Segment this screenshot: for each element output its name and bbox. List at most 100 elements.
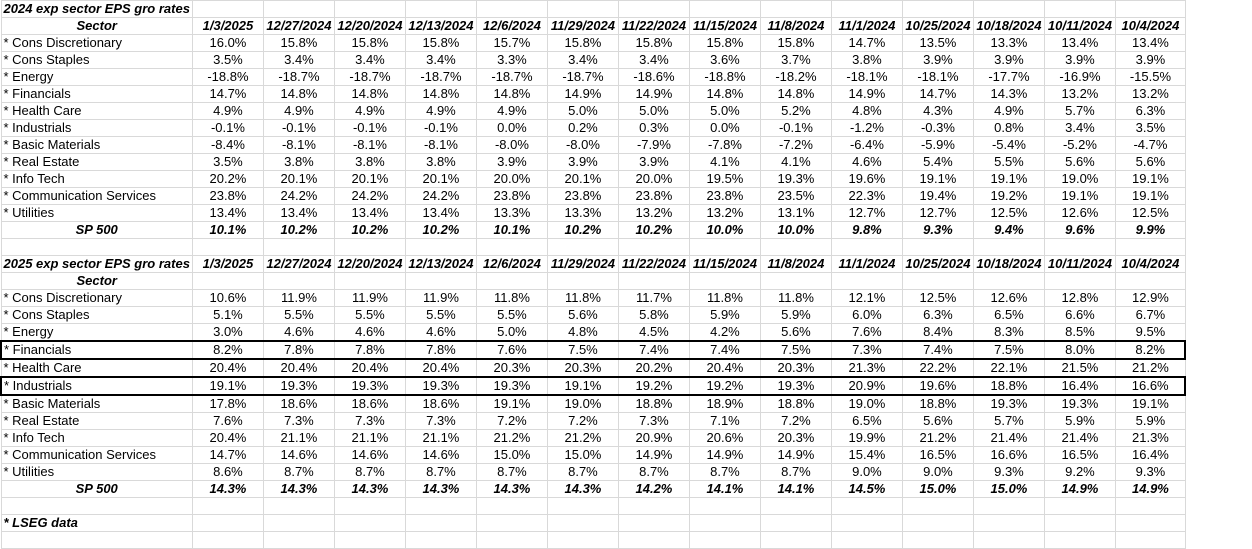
- growth-value[interactable]: 6.3%: [901, 306, 974, 324]
- sp500-value[interactable]: 10.1%: [191, 221, 264, 239]
- empty-cell[interactable]: [901, 514, 974, 532]
- growth-value[interactable]: -8.0%: [475, 136, 548, 154]
- growth-value[interactable]: 14.9%: [688, 446, 761, 464]
- growth-value[interactable]: 18.6%: [262, 394, 335, 413]
- growth-value[interactable]: 11.8%: [688, 289, 761, 307]
- date-header[interactable]: 12/13/2024: [404, 17, 477, 35]
- growth-value[interactable]: 7.3%: [617, 412, 690, 430]
- growth-value[interactable]: 3.9%: [901, 51, 974, 69]
- growth-value[interactable]: 5.9%: [1114, 412, 1186, 430]
- empty-cell[interactable]: [546, 238, 619, 256]
- growth-value[interactable]: 7.8%: [333, 340, 406, 360]
- growth-value[interactable]: 14.8%: [404, 85, 477, 103]
- growth-value[interactable]: 15.8%: [546, 34, 619, 52]
- growth-value[interactable]: 4.6%: [404, 323, 477, 342]
- growth-value[interactable]: 8.2%: [1114, 340, 1187, 360]
- growth-value[interactable]: 8.6%: [191, 463, 264, 481]
- growth-value[interactable]: -0.1%: [759, 119, 832, 137]
- growth-value[interactable]: -7.9%: [617, 136, 690, 154]
- empty-cell[interactable]: [759, 238, 832, 256]
- date-header[interactable]: 11/8/2024: [759, 17, 832, 35]
- empty-cell[interactable]: [901, 0, 974, 18]
- sp500-value[interactable]: 9.8%: [830, 221, 903, 239]
- empty-cell[interactable]: [333, 497, 406, 515]
- growth-value[interactable]: 14.7%: [191, 85, 264, 103]
- sp500-value[interactable]: 9.9%: [1114, 221, 1186, 239]
- sector-label[interactable]: * Utilities: [0, 463, 193, 481]
- empty-cell[interactable]: [972, 531, 1045, 549]
- growth-value[interactable]: 0.8%: [972, 119, 1045, 137]
- empty-cell[interactable]: [262, 531, 335, 549]
- growth-value[interactable]: 13.4%: [191, 204, 264, 222]
- growth-value[interactable]: 19.6%: [901, 376, 974, 396]
- growth-value[interactable]: -17.7%: [972, 68, 1045, 86]
- growth-value[interactable]: 4.8%: [830, 102, 903, 120]
- growth-value[interactable]: 4.9%: [191, 102, 264, 120]
- growth-value[interactable]: 11.9%: [262, 289, 335, 307]
- growth-value[interactable]: 3.9%: [1043, 51, 1116, 69]
- growth-value[interactable]: 13.3%: [546, 204, 619, 222]
- growth-value[interactable]: 19.1%: [1114, 394, 1186, 413]
- empty-cell[interactable]: [617, 238, 690, 256]
- empty-cell[interactable]: [546, 497, 619, 515]
- growth-value[interactable]: 3.8%: [830, 51, 903, 69]
- growth-value[interactable]: 5.9%: [759, 306, 832, 324]
- growth-value[interactable]: 16.6%: [1114, 376, 1187, 396]
- empty-cell[interactable]: [1043, 514, 1116, 532]
- growth-value[interactable]: 16.5%: [1043, 446, 1116, 464]
- empty-cell[interactable]: [901, 497, 974, 515]
- sector-label[interactable]: * Basic Materials: [0, 394, 193, 413]
- sector-label[interactable]: * Cons Staples: [0, 51, 193, 69]
- growth-value[interactable]: -8.1%: [262, 136, 335, 154]
- empty-cell[interactable]: [972, 497, 1045, 515]
- date-header[interactable]: 11/22/2024: [617, 17, 690, 35]
- growth-value[interactable]: 13.4%: [262, 204, 335, 222]
- growth-value[interactable]: 19.1%: [901, 170, 974, 188]
- growth-value[interactable]: 7.8%: [262, 340, 335, 360]
- growth-value[interactable]: -16.9%: [1043, 68, 1116, 86]
- sp500-value[interactable]: 14.3%: [475, 480, 548, 498]
- empty-cell[interactable]: [404, 238, 477, 256]
- growth-value[interactable]: 17.8%: [191, 394, 264, 413]
- growth-value[interactable]: 19.3%: [759, 170, 832, 188]
- date-header[interactable]: 1/3/2025: [191, 255, 264, 273]
- empty-cell[interactable]: [617, 531, 690, 549]
- growth-value[interactable]: 14.9%: [759, 446, 832, 464]
- empty-cell[interactable]: [404, 0, 477, 18]
- growth-value[interactable]: 23.8%: [688, 187, 761, 205]
- empty-cell[interactable]: [617, 514, 690, 532]
- growth-value[interactable]: 3.7%: [759, 51, 832, 69]
- growth-value[interactable]: 20.4%: [333, 358, 406, 378]
- growth-value[interactable]: 9.3%: [972, 463, 1045, 481]
- growth-value[interactable]: 19.3%: [1043, 394, 1116, 413]
- growth-value[interactable]: 5.7%: [1043, 102, 1116, 120]
- growth-value[interactable]: 11.8%: [759, 289, 832, 307]
- sector-label[interactable]: * Info Tech: [0, 170, 193, 188]
- sector-header[interactable]: Sector: [0, 272, 193, 290]
- growth-value[interactable]: 12.7%: [830, 204, 903, 222]
- sector-header[interactable]: Sector: [0, 17, 193, 35]
- empty-cell[interactable]: [1114, 0, 1186, 18]
- growth-value[interactable]: 3.5%: [191, 153, 264, 171]
- growth-value[interactable]: 19.3%: [333, 376, 406, 396]
- growth-value[interactable]: 7.5%: [759, 340, 832, 360]
- growth-value[interactable]: -8.4%: [191, 136, 264, 154]
- growth-value[interactable]: 18.8%: [972, 376, 1045, 396]
- growth-value[interactable]: 12.8%: [1043, 289, 1116, 307]
- growth-value[interactable]: 5.5%: [404, 306, 477, 324]
- growth-value[interactable]: 7.2%: [475, 412, 548, 430]
- growth-value[interactable]: 20.4%: [191, 429, 264, 447]
- growth-value[interactable]: 12.1%: [830, 289, 903, 307]
- growth-value[interactable]: -18.8%: [191, 68, 264, 86]
- growth-value[interactable]: 20.3%: [759, 429, 832, 447]
- growth-value[interactable]: 7.4%: [617, 340, 690, 360]
- growth-value[interactable]: 12.6%: [1043, 204, 1116, 222]
- growth-value[interactable]: 24.2%: [262, 187, 335, 205]
- growth-value[interactable]: 0.3%: [617, 119, 690, 137]
- sp500-value[interactable]: 14.5%: [830, 480, 903, 498]
- empty-cell[interactable]: [191, 272, 264, 290]
- sp500-value[interactable]: 10.1%: [475, 221, 548, 239]
- sp500-value[interactable]: 10.2%: [262, 221, 335, 239]
- growth-value[interactable]: 6.5%: [830, 412, 903, 430]
- growth-value[interactable]: 8.0%: [1043, 340, 1116, 360]
